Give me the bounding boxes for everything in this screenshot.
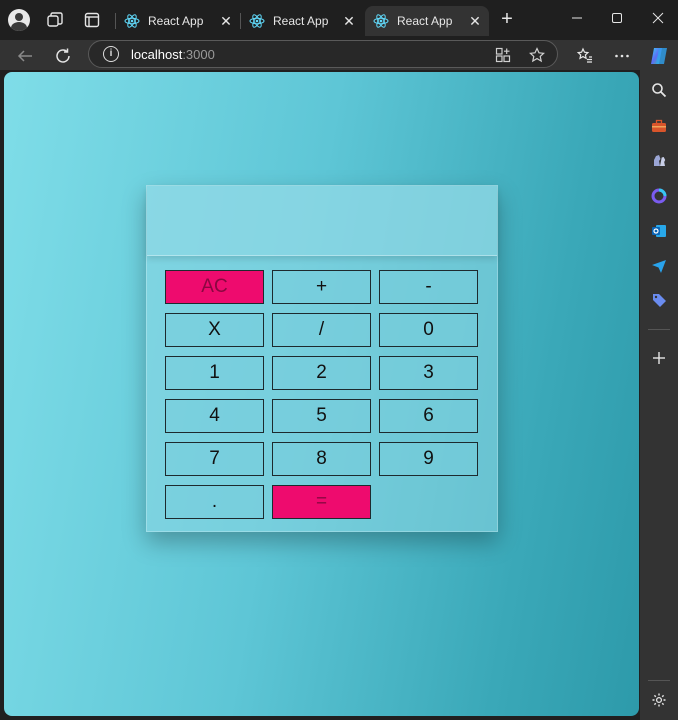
url-host: localhost	[131, 47, 183, 62]
info-icon[interactable]: i	[103, 46, 119, 62]
key-digit-3-button[interactable]: 3	[379, 356, 478, 390]
url-port: :3000	[182, 47, 215, 62]
key-digit-0-button[interactable]: 0	[379, 313, 478, 347]
search-icon[interactable]	[649, 80, 669, 100]
react-icon	[124, 14, 140, 28]
key-digit-5-button[interactable]: 5	[272, 399, 371, 433]
close-icon[interactable]: ✕	[218, 13, 234, 29]
key-multiply-button[interactable]: X	[165, 313, 264, 347]
key-equals-button[interactable]: =	[272, 485, 371, 519]
calculator: AC + - X/0 1 2 3 4 5 6 7 8 9. =	[146, 185, 498, 532]
calculator-display	[147, 186, 497, 256]
extensions-icon[interactable]	[493, 45, 513, 65]
tab-title: React App	[397, 14, 453, 28]
key-minus-button[interactable]: -	[379, 270, 478, 304]
close-icon[interactable]: ✕	[341, 13, 357, 29]
copilot-icon[interactable]	[646, 43, 672, 69]
edge-sidebar	[640, 70, 678, 720]
add-icon[interactable]	[649, 348, 669, 368]
copilot-app-icon[interactable]	[649, 186, 669, 206]
address-bar[interactable]: i localhost:3000	[88, 40, 558, 68]
key-digit-9-button[interactable]: 9	[379, 442, 478, 476]
refresh-icon[interactable]	[50, 43, 76, 69]
outlook-icon[interactable]	[649, 221, 669, 241]
send-icon[interactable]	[649, 256, 669, 276]
tools-icon[interactable]	[649, 116, 669, 136]
tab-actions-icon[interactable]	[80, 8, 104, 32]
tab-bar: React App ✕ React App ✕ React App ✕ +	[0, 0, 678, 40]
calculator-keypad: AC + - X/0 1 2 3 4 5 6 7 8 9. =	[165, 270, 481, 519]
react-icon	[249, 14, 265, 28]
navigation-bar: i localhost:3000	[0, 40, 678, 70]
key-plus-button[interactable]: +	[272, 270, 371, 304]
key-digit-2-button[interactable]: 2	[272, 356, 371, 390]
plus-icon[interactable]: +	[496, 9, 518, 31]
minimize-icon[interactable]	[562, 6, 592, 30]
tab-1[interactable]: React App ✕	[116, 6, 240, 36]
key-decimal-button[interactable]: .	[165, 485, 264, 519]
settings-icon[interactable]	[649, 690, 669, 710]
key-digit-1-button[interactable]: 1	[165, 356, 264, 390]
tab-2[interactable]: React App ✕	[241, 6, 363, 36]
games-icon[interactable]	[649, 150, 669, 170]
tab-title: React App	[148, 14, 204, 28]
page-viewport: AC + - X/0 1 2 3 4 5 6 7 8 9. =	[4, 72, 639, 716]
profile-icon[interactable]	[8, 9, 30, 31]
key-divide-button[interactable]: /	[272, 313, 371, 347]
shopping-tag-icon[interactable]	[649, 290, 669, 310]
window-close-icon[interactable]	[643, 6, 673, 30]
star-icon[interactable]	[527, 45, 547, 65]
key-digit-8-button[interactable]: 8	[272, 442, 371, 476]
close-icon[interactable]: ✕	[467, 13, 483, 29]
workspaces-icon[interactable]	[43, 8, 67, 32]
favorites-icon[interactable]	[572, 43, 598, 69]
key-clear-button[interactable]: AC	[165, 270, 264, 304]
key-digit-6-button[interactable]: 6	[379, 399, 478, 433]
tab-title: React App	[273, 14, 329, 28]
key-digit-4-button[interactable]: 4	[165, 399, 264, 433]
key-digit-7-button[interactable]: 7	[165, 442, 264, 476]
maximize-icon[interactable]	[602, 6, 632, 30]
react-icon	[373, 14, 389, 28]
url-text[interactable]: localhost:3000	[131, 47, 215, 62]
back-arrow-icon[interactable]	[12, 43, 38, 69]
tab-3-active[interactable]: React App ✕	[365, 6, 489, 36]
more-icon[interactable]	[609, 43, 635, 69]
